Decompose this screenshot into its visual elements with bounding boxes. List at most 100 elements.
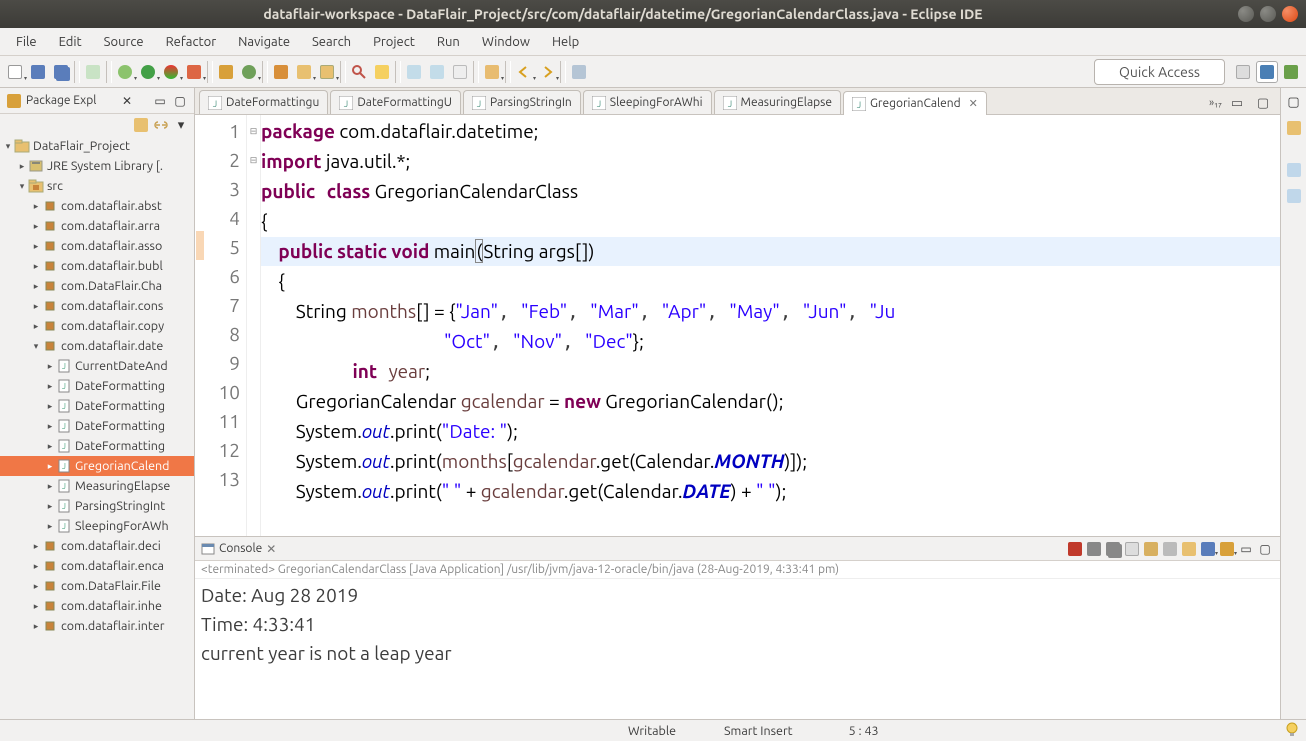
save-all-button[interactable] xyxy=(50,61,72,83)
tree-package[interactable]: com.dataflair.abst xyxy=(61,196,162,216)
editor-tab[interactable]: JSleepingForAWhi xyxy=(583,90,712,114)
maximize-view-button[interactable]: ▢ xyxy=(172,90,188,112)
editor-marker[interactable] xyxy=(196,231,204,260)
tree-file[interactable]: DateFormatting xyxy=(75,416,165,436)
tree-file[interactable]: CurrentDateAnd xyxy=(75,356,168,376)
menu-navigate[interactable]: Navigate xyxy=(228,31,300,53)
menu-refactor[interactable]: Refactor xyxy=(156,31,227,53)
tree-file[interactable]: MeasuringElapse xyxy=(75,476,170,496)
console-output[interactable]: Date: Aug 28 2019Time: 4:33:41current ye… xyxy=(195,579,1280,719)
minimize-console-button[interactable]: ▭ xyxy=(1237,540,1255,558)
view-menu-button[interactable]: ▾ xyxy=(172,116,190,134)
window-maximize-button[interactable] xyxy=(1260,6,1276,22)
link-editor-button[interactable] xyxy=(152,116,170,134)
maximize-console-button[interactable]: ▢ xyxy=(1256,540,1274,558)
menu-search[interactable]: Search xyxy=(302,31,361,53)
editor-tab[interactable]: JParsingStringIn xyxy=(463,90,581,114)
new-package-button[interactable] xyxy=(215,61,237,83)
tree-jre[interactable]: JRE System Library [. xyxy=(47,156,163,176)
toggle-highlight-button[interactable] xyxy=(371,61,393,83)
tab-overflow-button[interactable]: »₁₇ xyxy=(1209,97,1222,109)
debug-perspective-button[interactable] xyxy=(1280,61,1302,83)
tree-package[interactable]: com.DataFlair.File xyxy=(61,576,161,596)
open-console-button[interactable]: ▾ xyxy=(1218,540,1236,558)
pin-button[interactable]: ▾ xyxy=(481,61,503,83)
tree-package[interactable]: com.dataflair.inter xyxy=(61,616,164,636)
editor-tab[interactable]: JMeasuringElapse xyxy=(714,90,841,114)
perspective-button[interactable] xyxy=(568,61,590,83)
new-source-button[interactable]: ▾ xyxy=(316,61,338,83)
pin-console-button[interactable] xyxy=(1180,540,1198,558)
close-console-icon[interactable]: ✕ xyxy=(266,542,276,556)
back-button[interactable]: ▾ xyxy=(513,61,535,83)
coverage-button[interactable]: ▾ xyxy=(160,61,182,83)
tip-icon[interactable] xyxy=(1284,721,1300,740)
editor-tab[interactable]: JDateFormattingU xyxy=(330,90,461,114)
close-tab-icon[interactable]: ✕ xyxy=(969,97,978,110)
minimize-view-button[interactable]: ▭ xyxy=(152,90,168,112)
scroll-lock-button[interactable] xyxy=(1142,540,1160,558)
tree-file[interactable]: DateFormatting xyxy=(75,436,165,456)
menu-edit[interactable]: Edit xyxy=(49,31,92,53)
ext-tools-button[interactable]: ▾ xyxy=(183,61,205,83)
fold-gutter[interactable]: ⊟⊟ xyxy=(247,115,261,536)
tree-package-open[interactable]: com.dataflair.date xyxy=(61,336,163,356)
run-button[interactable]: ▾ xyxy=(137,61,159,83)
package-tree[interactable]: ▾DataFlair_Project ▸JRE System Library [… xyxy=(0,136,194,719)
tree-file[interactable]: ParsingStringInt xyxy=(75,496,165,516)
open-task-button[interactable] xyxy=(270,61,292,83)
restore-button[interactable]: ▢ xyxy=(1284,92,1304,112)
tree-file[interactable]: DateFormatting xyxy=(75,376,165,396)
menu-file[interactable]: File xyxy=(6,31,47,53)
tree-src[interactable]: src xyxy=(47,176,63,196)
clear-console-button[interactable] xyxy=(1123,540,1141,558)
code-editor[interactable]: 12345678910111213 ⊟⊟ package com.datafla… xyxy=(195,115,1280,536)
new-folder-button[interactable]: ▾ xyxy=(293,61,315,83)
remove-launch-button[interactable] xyxy=(1085,540,1103,558)
open-type-button[interactable] xyxy=(82,61,104,83)
menu-run[interactable]: Run xyxy=(427,31,470,53)
outline-icon[interactable] xyxy=(1284,160,1304,180)
tree-package[interactable]: com.dataflair.inhe xyxy=(61,596,162,616)
display-console-button[interactable]: ▾ xyxy=(1199,540,1217,558)
tree-package[interactable]: com.DataFlair.Cha xyxy=(61,276,162,296)
tree-package[interactable]: com.dataflair.cons xyxy=(61,296,163,316)
last-edit-button[interactable] xyxy=(449,61,471,83)
tree-package[interactable]: com.dataflair.asso xyxy=(61,236,162,256)
maximize-editor-button[interactable]: ▢ xyxy=(1252,92,1274,114)
quick-access-input[interactable]: Quick Access xyxy=(1094,59,1225,85)
tree-project[interactable]: DataFlair_Project xyxy=(33,136,130,156)
editor-tab[interactable]: JDateFormattingu xyxy=(199,90,328,114)
new-button[interactable]: ▾ xyxy=(4,61,26,83)
tree-package[interactable]: com.dataflair.bubl xyxy=(61,256,163,276)
close-icon[interactable]: ✕ xyxy=(122,94,132,108)
menu-window[interactable]: Window xyxy=(472,31,540,53)
search-button[interactable] xyxy=(348,61,370,83)
word-wrap-button[interactable] xyxy=(1161,540,1179,558)
tree-file[interactable]: SleepingForAWh xyxy=(75,516,169,536)
tree-package[interactable]: com.dataflair.arra xyxy=(61,216,160,236)
menu-help[interactable]: Help xyxy=(542,31,589,53)
editor-tab-active[interactable]: JGregorianCalend✕ xyxy=(843,91,987,115)
collapse-all-button[interactable] xyxy=(132,116,150,134)
window-minimize-button[interactable] xyxy=(1238,6,1254,22)
task-list-icon[interactable] xyxy=(1284,186,1304,206)
annotation-prev-button[interactable] xyxy=(403,61,425,83)
remove-all-button[interactable] xyxy=(1104,540,1122,558)
debug-button[interactable]: ▾ xyxy=(114,61,136,83)
terminate-button[interactable] xyxy=(1066,540,1084,558)
new-class-button[interactable]: ▾ xyxy=(238,61,260,83)
forward-button[interactable]: ▾ xyxy=(536,61,558,83)
menu-source[interactable]: Source xyxy=(94,31,154,53)
tree-file-selected[interactable]: GregorianCalend xyxy=(75,456,169,476)
tree-package[interactable]: com.dataflair.deci xyxy=(61,536,161,556)
tree-file[interactable]: DateFormatting xyxy=(75,396,165,416)
outline-view-button[interactable] xyxy=(1284,118,1304,138)
java-perspective-button[interactable] xyxy=(1256,61,1278,83)
open-perspective-button[interactable] xyxy=(1232,61,1254,83)
code-area[interactable]: package com.dataflair.datetime; import j… xyxy=(261,115,1280,536)
tree-package[interactable]: com.dataflair.copy xyxy=(61,316,164,336)
tree-package[interactable]: com.dataflair.enca xyxy=(61,556,164,576)
window-close-button[interactable] xyxy=(1282,6,1298,22)
minimize-editor-button[interactable]: ▭ xyxy=(1226,92,1248,114)
